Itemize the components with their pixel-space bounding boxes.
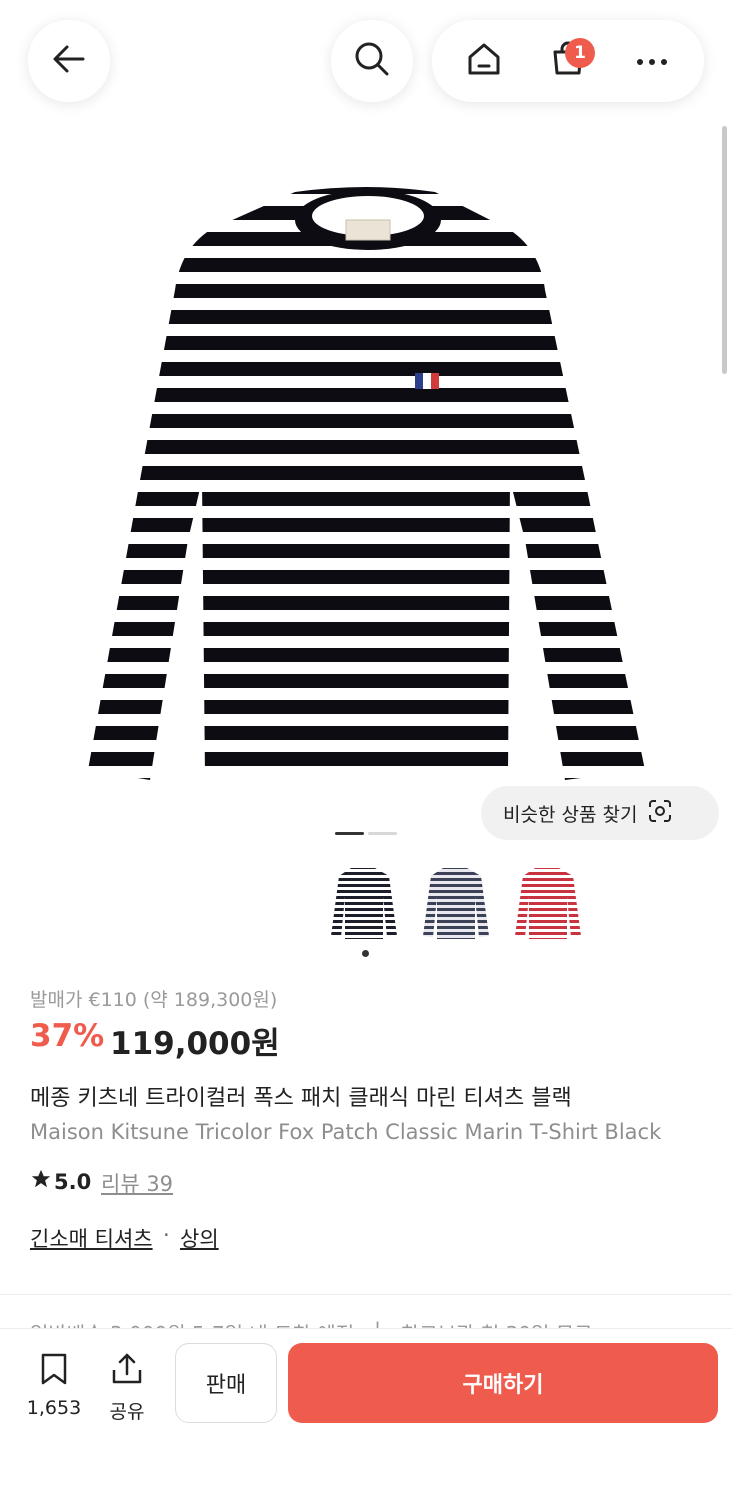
product-title-korean: 메종 키츠네 트라이컬러 폭스 패치 클래식 마린 티셔츠 블랙: [30, 1086, 572, 1111]
cart-count-badge: 1: [565, 38, 595, 68]
buy-button[interactable]: 구매하기: [288, 1343, 718, 1423]
category-separator: ·: [163, 1223, 170, 1247]
thumbnail-black[interactable]: [327, 860, 399, 942]
scrollbar[interactable]: [722, 126, 727, 374]
rating-value: 5.0: [54, 1169, 92, 1194]
home-button[interactable]: [449, 26, 519, 96]
cart-button[interactable]: 1: [533, 26, 603, 96]
bookmark-count: 1,653: [26, 1397, 82, 1419]
search-icon: [352, 39, 392, 83]
section-divider: [0, 1294, 732, 1295]
home-icon: [464, 39, 504, 83]
back-button[interactable]: [28, 20, 110, 102]
thumbnail-red[interactable]: [511, 860, 583, 942]
product-image[interactable]: [80, 180, 655, 790]
pager-dot: [368, 832, 397, 835]
more-button[interactable]: [617, 26, 687, 96]
category-link-longsleeve[interactable]: 긴소매 티셔츠: [30, 1223, 153, 1253]
release-price: 발매가 €110 (약 189,300원): [30, 989, 278, 1011]
rating: 5.0: [30, 1168, 91, 1195]
more-dots-icon: [634, 52, 670, 71]
review-link[interactable]: 리뷰 39: [101, 1168, 173, 1198]
share-icon: [110, 1352, 144, 1391]
bookmark-button[interactable]: 1,653: [24, 1352, 84, 1419]
current-price: 119,000원: [110, 1026, 280, 1062]
find-similar-button[interactable]: 비슷한 상품 찾기: [481, 786, 719, 840]
arrow-left-icon: [49, 39, 89, 83]
header-action-group: 1: [432, 20, 704, 102]
color-thumbnails: [327, 860, 583, 942]
star-icon: [30, 1168, 52, 1195]
camera-scan-icon: [647, 798, 673, 829]
sell-button[interactable]: 판매: [175, 1343, 277, 1423]
category-link-tops[interactable]: 상의: [180, 1223, 219, 1253]
thumbnail-navy[interactable]: [419, 860, 491, 942]
share-button[interactable]: 공유: [97, 1352, 157, 1424]
search-button[interactable]: [331, 20, 413, 102]
share-label: 공유: [109, 1401, 145, 1423]
thumbnail-selected-indicator: [362, 950, 369, 957]
find-similar-label: 비슷한 상품 찾기: [503, 803, 638, 826]
image-pager: [335, 832, 397, 835]
pager-dot-active: [335, 832, 364, 835]
bookmark-icon: [37, 1352, 71, 1391]
product-title-english: Maison Kitsune Tricolor Fox Patch Classi…: [30, 1120, 662, 1144]
discount-rate: 37%: [30, 1018, 105, 1054]
